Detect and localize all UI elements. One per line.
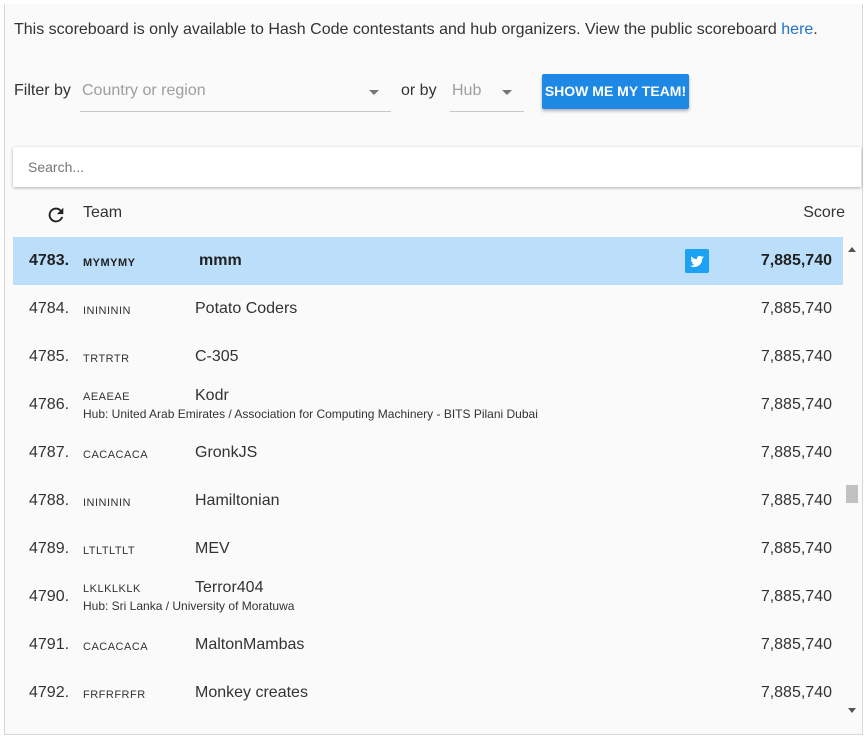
team-hub: Hub: United Arab Emirates / Association … xyxy=(83,407,538,421)
table-row[interactable]: 4786. AEAEAE Hub: United Arab Emirates / A… xyxy=(13,381,843,429)
team-score: 7,885,740 xyxy=(760,300,832,317)
team-score: 7,885,740 xyxy=(760,588,832,605)
team-column-header[interactable]: Team xyxy=(83,204,122,222)
team-hub: Hub: Sri Lanka / University of Moratuwa xyxy=(83,599,295,613)
team-rank: 4785. xyxy=(29,348,70,365)
table-row[interactable]: 4787. CACACACA GronkJS 7,885,740 xyxy=(13,429,843,477)
score-column-header[interactable]: Score xyxy=(803,204,845,222)
team-country-code: ININININ xyxy=(83,497,131,509)
team-name: Monkey creates xyxy=(195,684,308,701)
team-rank: 4788. xyxy=(29,492,70,509)
team-score: 7,885,740 xyxy=(760,396,832,413)
team-rank: 4786. xyxy=(29,396,70,413)
table-row[interactable]: 4783. MYMYMY mmm 7,885,740 xyxy=(13,237,843,285)
or-by-label: or by xyxy=(401,82,437,99)
team-country-code: ININININ xyxy=(83,305,131,317)
search-box xyxy=(13,147,861,187)
team-country-code: TRTRTR xyxy=(83,353,130,365)
country-select[interactable]: Country or region xyxy=(80,74,391,112)
chevron-down-icon xyxy=(502,90,512,95)
hub-select[interactable]: Hub xyxy=(450,74,524,112)
scroll-up-icon[interactable] xyxy=(848,247,856,252)
team-score: 7,885,740 xyxy=(760,348,832,365)
team-rank: 4790. xyxy=(29,588,70,605)
scoreboard-panel: This scoreboard is only available to Has… xyxy=(4,4,863,735)
refresh-icon[interactable] xyxy=(45,204,67,226)
public-scoreboard-link[interactable]: here xyxy=(781,21,813,38)
twitter-icon[interactable] xyxy=(685,249,709,273)
team-rank: 4784. xyxy=(29,300,70,317)
team-country-code: CACACACA xyxy=(83,641,149,653)
team-name: Potato Coders xyxy=(195,300,298,317)
team-score: 7,885,740 xyxy=(760,252,832,269)
table-row[interactable]: 4785. TRTRTR C-305 7,885,740 xyxy=(13,333,843,381)
team-score: 7,885,740 xyxy=(760,492,832,509)
scrollbar[interactable] xyxy=(845,241,859,719)
team-score: 7,885,740 xyxy=(760,684,832,701)
team-name: C-305 xyxy=(195,348,239,365)
table-row[interactable]: 4789. LTLTLTLT MEV 7,885,740 xyxy=(13,525,843,573)
team-name: Terror404 xyxy=(195,579,264,596)
show-my-team-button[interactable]: SHOW ME MY TEAM! xyxy=(542,74,689,109)
team-rank: 4792. xyxy=(29,684,70,701)
table-row[interactable]: 4788. ININININ Hamiltonian 7,885,740 xyxy=(13,477,843,525)
country-select-placeholder: Country or region xyxy=(82,82,206,99)
team-country-code: FRFRFRFR xyxy=(83,689,146,701)
team-score: 7,885,740 xyxy=(760,540,832,557)
team-name: MEV xyxy=(195,540,230,557)
filters-bar: Filter by Country or region or by Hub SH… xyxy=(14,74,774,114)
team-name: MaltonMambas xyxy=(195,636,305,653)
team-rank: 4783. xyxy=(29,252,70,269)
search-input[interactable] xyxy=(13,147,861,187)
team-country-code: CACACACA xyxy=(83,449,149,461)
table-header: Team Score xyxy=(13,197,861,235)
team-name: Kodr xyxy=(195,387,229,404)
notice-text: This scoreboard is only available to Has… xyxy=(14,21,782,38)
filter-by-label: Filter by xyxy=(14,82,71,99)
scroll-down-icon[interactable] xyxy=(848,708,856,713)
team-country-code: MYMYMY xyxy=(83,257,136,269)
team-score: 7,885,740 xyxy=(760,636,832,653)
scoreboard-rows: 4783. MYMYMY mmm 7,885,740 4784. ININININ Pota… xyxy=(13,237,843,717)
chevron-down-icon xyxy=(369,90,379,95)
team-country-code: LTLTLTLT xyxy=(83,545,136,557)
team-rank: 4789. xyxy=(29,540,70,557)
table-row[interactable]: 4791. CACACACA MaltonMambas 7,885,740 xyxy=(13,621,843,669)
table-row[interactable]: 4790. LKLKLKLK Hub: Sri Lanka / University… xyxy=(13,573,843,621)
team-name: mmm xyxy=(199,252,242,269)
team-country-code: LKLKLKLK xyxy=(83,583,141,595)
team-country-code: AEAEAE xyxy=(83,391,131,403)
notice-end: . xyxy=(813,21,818,38)
team-rank: 4787. xyxy=(29,444,70,461)
table-row[interactable]: 4784. ININININ Potato Coders 7,885,740 xyxy=(13,285,843,333)
table-row[interactable]: 4792. FRFRFRFR Monkey creates 7,885,740 xyxy=(13,669,843,717)
scroll-thumb[interactable] xyxy=(846,485,858,503)
hub-select-placeholder: Hub xyxy=(452,82,482,99)
team-name: Hamiltonian xyxy=(195,492,280,509)
team-rank: 4791. xyxy=(29,636,70,653)
team-score: 7,885,740 xyxy=(760,444,832,461)
access-notice: This scoreboard is only available to Has… xyxy=(14,21,818,39)
team-name: GronkJS xyxy=(195,444,258,461)
